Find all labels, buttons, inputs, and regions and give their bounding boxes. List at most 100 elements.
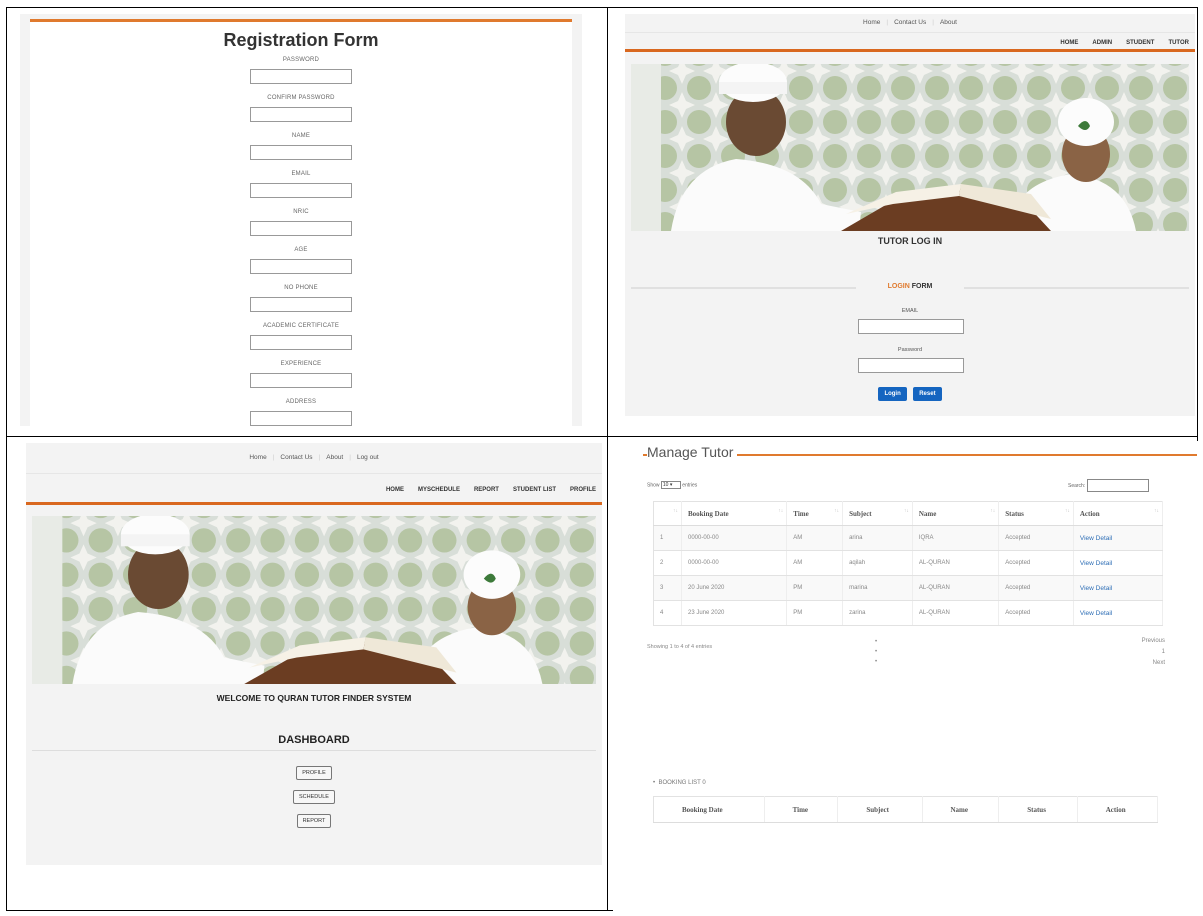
- sort-icon: ↑↓: [778, 509, 784, 514]
- nric-input[interactable]: [250, 221, 352, 236]
- view-detail-link[interactable]: View Detail: [1073, 525, 1164, 551]
- field-name: NAME: [30, 131, 572, 169]
- cell-no: 1: [653, 525, 682, 551]
- experience-input[interactable]: [250, 373, 352, 388]
- pager-previous[interactable]: Previous: [1142, 636, 1165, 647]
- menu-item-report[interactable]: REPORT: [474, 487, 499, 493]
- academic-certificate-input[interactable]: [250, 335, 352, 350]
- nav-link-log-out[interactable]: Log out: [351, 454, 385, 461]
- nav-link-about[interactable]: About: [320, 454, 349, 461]
- column-header-name[interactable]: Name: [922, 796, 1000, 823]
- cell-time: AM: [786, 525, 844, 551]
- reset-button[interactable]: Reset: [913, 387, 942, 401]
- sort-icon: ↑↓: [1064, 509, 1070, 514]
- field-academic-certificate: ACADEMIC CERTIFICATE: [30, 321, 572, 359]
- nav-link-home[interactable]: Home: [243, 454, 272, 461]
- column-header-action[interactable]: Action: [1077, 796, 1159, 823]
- field-confirm-password: CONFIRM PASSWORD: [30, 93, 572, 131]
- password-input[interactable]: [858, 358, 964, 373]
- cell-no: 2: [653, 550, 682, 576]
- cell-subject: marina: [842, 575, 913, 601]
- pager-1[interactable]: 1: [1142, 647, 1165, 658]
- confirm-password-input[interactable]: [250, 107, 352, 122]
- column-header-booking-date[interactable]: Booking Date ↑↓: [681, 501, 788, 526]
- login-form-heading: LOGIN FORM: [631, 283, 1189, 290]
- table-divider-horizontal: [6, 436, 1198, 437]
- nav-link-about[interactable]: About: [934, 19, 963, 26]
- field-label: NAME: [291, 133, 311, 139]
- menu-item-admin[interactable]: ADMIN: [1092, 40, 1112, 46]
- schedule-button[interactable]: SCHEDULE: [293, 790, 335, 804]
- menu-item-home[interactable]: HOME: [1060, 40, 1078, 46]
- login-page-title: TUTOR LOG IN: [877, 236, 943, 246]
- menu-item-myschedule[interactable]: MYSCHEDULE: [418, 487, 460, 493]
- sort-icon: ↑↓: [990, 509, 996, 514]
- pager-next[interactable]: Next: [1142, 658, 1165, 669]
- cell-name: AL-QURAN: [912, 575, 1000, 601]
- cell-time: AM: [786, 550, 844, 576]
- bookings-table: ↑↓ Booking Date ↑↓ Time ↑↓ Subject ↑↓ Name ↑↓ Sta…: [653, 501, 1164, 626]
- field-label: CONFIRM PASSWORD: [267, 95, 335, 101]
- field-label: PASSWORD: [282, 57, 320, 63]
- column-header-booking-date[interactable]: Booking Date: [653, 796, 765, 823]
- name-input[interactable]: [250, 145, 352, 160]
- cell-time: PM: [786, 575, 844, 601]
- table-header-row: Booking Date Time Subject Name Status Action: [653, 796, 1159, 823]
- menu-item-student[interactable]: STUDENT: [1126, 40, 1154, 46]
- entries-label: entries: [682, 482, 698, 489]
- cell-status: Accepted: [998, 600, 1074, 626]
- cell-time: PM: [786, 600, 844, 626]
- hero-image: [631, 64, 1189, 231]
- booking-list-label: BOOKING LIST 0: [658, 780, 706, 786]
- email-input[interactable]: [250, 183, 352, 198]
- nav-link-contact-us[interactable]: Contact Us: [888, 19, 932, 26]
- heading-rule-left: [631, 287, 856, 289]
- table-divider-vertical: [607, 7, 608, 911]
- view-detail-link[interactable]: View Detail: [1073, 550, 1164, 576]
- pagination: Previous 1 Next: [1142, 636, 1165, 669]
- email-input[interactable]: [858, 319, 964, 334]
- column-header-status[interactable]: Status ↑↓: [998, 501, 1074, 526]
- sort-icon: ↑↓: [903, 509, 909, 514]
- column-header-subject[interactable]: Subject: [837, 796, 923, 823]
- table-body: 1 0000-00-00 AM arina IQRA Accepted View Detai…: [653, 525, 1164, 626]
- view-detail-link[interactable]: View Detail: [1073, 575, 1164, 601]
- column-header-time[interactable]: Time ↑↓: [786, 501, 844, 526]
- dashboard-button-row: PROFILE: [26, 761, 602, 780]
- menu-item-profile[interactable]: PROFILE: [570, 487, 596, 493]
- age-input[interactable]: [250, 259, 352, 274]
- table-row: 1 0000-00-00 AM arina IQRA Accepted View Detai…: [653, 525, 1164, 551]
- no-phone-input[interactable]: [250, 297, 352, 312]
- entries-select-value: 10: [662, 482, 669, 488]
- dashboard-top-nav: Home | Contact Us | About | Log out: [26, 443, 602, 473]
- column-header-subject[interactable]: Subject ↑↓: [842, 501, 913, 526]
- nav-link-home[interactable]: Home: [857, 19, 886, 26]
- search-input[interactable]: [1087, 479, 1150, 492]
- cell-subject: aqilah: [842, 550, 913, 576]
- welcome-heading: WELCOME TO QURAN TUTOR FINDER SYSTEM: [216, 693, 412, 703]
- password-input[interactable]: [250, 69, 352, 84]
- dashboard-button-row: SCHEDULE: [26, 785, 602, 804]
- registration-title: Registration Form: [223, 30, 379, 50]
- column-header-time[interactable]: Time: [764, 796, 839, 823]
- column-header-no[interactable]: ↑↓: [653, 501, 682, 526]
- login-buttons: Login Reset: [625, 382, 1195, 401]
- column-header-name[interactable]: Name ↑↓: [912, 501, 1000, 526]
- menu-item-student-list[interactable]: STUDENT LIST: [513, 487, 556, 493]
- column-header-status[interactable]: Status: [998, 796, 1078, 823]
- field-experience: EXPERIENCE: [30, 359, 572, 397]
- sort-icon: ↑↓: [673, 509, 678, 514]
- menu-item-home[interactable]: HOME: [386, 487, 404, 493]
- cell-no: 4: [653, 600, 682, 626]
- login-button[interactable]: Login: [878, 387, 907, 401]
- field-address: ADDRESS: [30, 397, 572, 426]
- login-panel: Home | Contact Us | About HOME ADMIN STUDENT TU…: [625, 14, 1195, 416]
- profile-button[interactable]: PROFILE: [296, 766, 332, 780]
- report-button[interactable]: REPORT: [296, 814, 332, 828]
- address-input[interactable]: [250, 411, 352, 426]
- menu-item-tutor[interactable]: TUTOR: [1168, 40, 1189, 46]
- nav-link-contact-us[interactable]: Contact Us: [274, 454, 318, 461]
- view-detail-link[interactable]: View Detail: [1073, 600, 1164, 626]
- column-header-action[interactable]: Action ↑↓: [1073, 501, 1164, 526]
- entries-select[interactable]: 10 ▾: [660, 481, 681, 489]
